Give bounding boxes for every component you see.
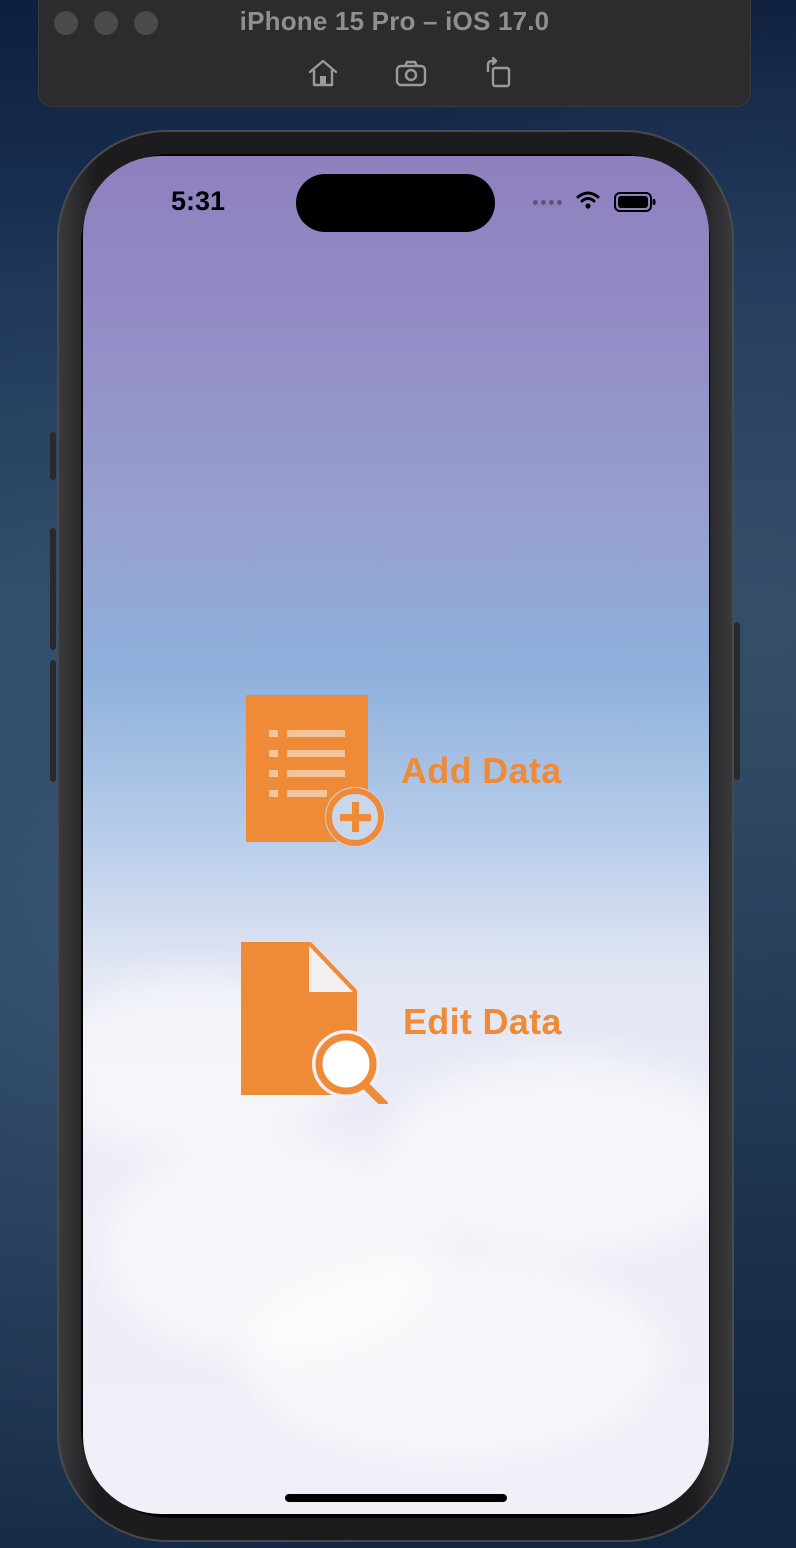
signal-icon (533, 200, 562, 205)
simulator-title: iPhone 15 Pro – iOS 17.0 (239, 6, 550, 36)
home-button[interactable] (305, 56, 341, 90)
add-data-label: Add Data (401, 750, 562, 791)
home-icon (308, 59, 338, 87)
rotate-icon (486, 57, 511, 88)
status-time: 5:31 (171, 186, 226, 216)
add-document-icon (246, 695, 385, 847)
action-button (50, 432, 56, 480)
screenshot-button[interactable] (393, 56, 429, 90)
cloud-decoration (243, 1256, 663, 1456)
screenshot-icon (395, 60, 427, 87)
edit-data-button[interactable]: Edit Data (241, 940, 562, 1104)
dynamic-island (296, 174, 495, 232)
volume-up-button (50, 528, 56, 650)
search-document-icon (241, 942, 388, 1104)
power-button (734, 622, 740, 780)
simulator-toolbar (305, 56, 517, 90)
home-indicator[interactable] (285, 1494, 507, 1502)
simulator-title-bar: iPhone 15 Pro – iOS 17.0 (38, 0, 751, 107)
wifi-icon (576, 191, 600, 209)
edit-data-label: Edit Data (403, 1001, 562, 1042)
add-data-button[interactable]: Add Data (241, 692, 561, 850)
battery-icon (614, 192, 656, 212)
app-screen: 5:31 Add Data Edit Data (83, 156, 709, 1514)
rotate-button[interactable] (481, 56, 517, 90)
volume-down-button (50, 660, 56, 782)
